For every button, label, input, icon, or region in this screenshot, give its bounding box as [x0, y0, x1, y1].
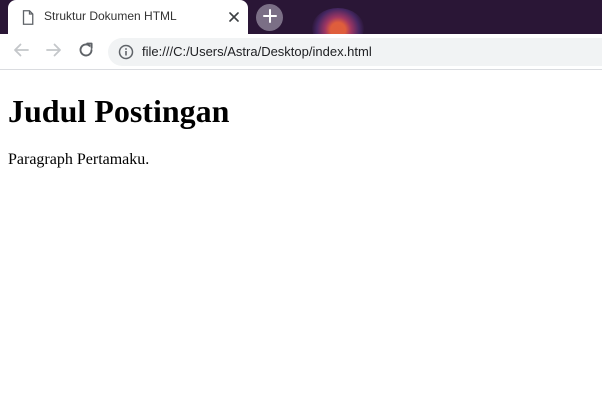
forward-button[interactable] [42, 40, 66, 64]
page-paragraph: Paragraph Pertamaku. [8, 151, 150, 168]
reload-button[interactable] [74, 40, 98, 64]
document-icon [22, 10, 34, 25]
info-icon[interactable] [118, 44, 134, 60]
reload-icon [77, 41, 95, 63]
close-icon[interactable] [226, 9, 242, 25]
address-bar[interactable]: file:///C:/Users/Astra/Desktop/index.htm… [108, 38, 602, 66]
arrow-left-icon [12, 41, 30, 63]
browser-toolbar: file:///C:/Users/Astra/Desktop/index.htm… [0, 34, 602, 70]
tab-active[interactable]: Struktur Dokumen HTML [8, 0, 248, 34]
arrow-right-icon [45, 41, 63, 63]
url-text[interactable]: file:///C:/Users/Astra/Desktop/index.htm… [142, 44, 372, 59]
plus-icon [262, 8, 277, 27]
page-heading: Judul Postingan [8, 93, 230, 129]
new-tab-button[interactable] [256, 4, 283, 31]
background-decoration [312, 8, 364, 34]
page-content: Judul Postingan Paragraph Pertamaku. [0, 71, 602, 408]
tab-strip: Struktur Dokumen HTML [0, 0, 602, 34]
tab-title: Struktur Dokumen HTML [44, 9, 177, 23]
back-button[interactable] [9, 40, 33, 64]
